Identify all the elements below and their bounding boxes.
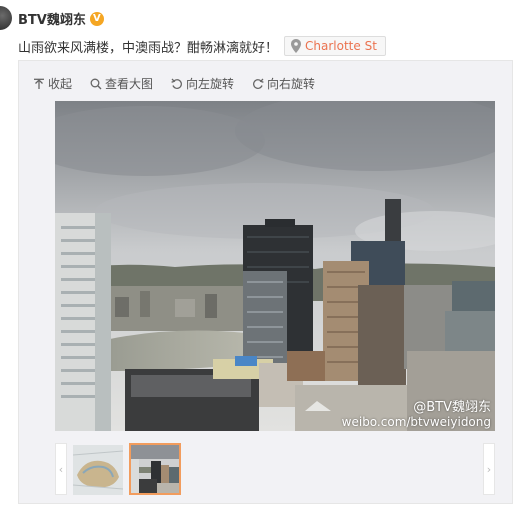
rotate-right-button[interactable]: 向右旋转 — [252, 75, 315, 92]
location-label: Charlotte St — [305, 39, 377, 53]
chevron-right-icon: › — [486, 462, 492, 476]
collapse-label: 收起 — [48, 77, 73, 91]
author-row: BTV魏翊东 V — [18, 9, 104, 28]
avatar[interactable] — [0, 6, 12, 30]
rotate-left-label: 向左旋转 — [186, 77, 235, 91]
media-card: 收起 查看大图 向左旋转 向右旋转 @BTV魏翊东 weibo.com/btvw… — [18, 60, 513, 504]
search-icon — [90, 78, 102, 89]
thumbnail-next-button[interactable]: › — [483, 443, 495, 495]
post-text: 山雨欲来风满楼，中澳雨战？酣畅淋漓就好！ — [18, 40, 279, 56]
map-thumbnail-image — [73, 445, 123, 495]
main-photo[interactable]: @BTV魏翊东 weibo.com/btvweiyidong — [55, 101, 495, 431]
rotate-right-icon — [253, 78, 264, 89]
thumbnail-map[interactable] — [73, 445, 123, 495]
chevron-left-icon: ‹ — [58, 462, 64, 476]
thumbnail-prev-button[interactable]: ‹ — [55, 443, 67, 495]
collapse-icon — [34, 78, 44, 89]
view-large-button[interactable]: 查看大图 — [90, 75, 153, 92]
post-row: 山雨欲来风满楼，中澳雨战？酣畅淋漓就好！ Charlotte St — [18, 36, 386, 56]
image-toolbar: 收起 查看大图 向左旋转 向右旋转 — [33, 75, 315, 92]
city-thumbnail-image — [131, 445, 179, 493]
username-link[interactable]: BTV魏翊东 — [18, 9, 86, 28]
thumbnail-strip: ‹ › — [55, 443, 495, 497]
location-pin-icon — [291, 39, 302, 53]
rotate-right-label: 向右旋转 — [267, 77, 316, 91]
rotate-left-button[interactable]: 向左旋转 — [171, 75, 234, 92]
location-tag[interactable]: Charlotte St — [284, 36, 386, 56]
collapse-button[interactable]: 收起 — [33, 75, 72, 92]
rotate-left-icon — [171, 78, 183, 89]
verified-badge-icon: V — [89, 11, 104, 26]
city-skyline-photo — [55, 101, 495, 431]
watermark-url: weibo.com/btvweiyidong — [341, 415, 491, 429]
watermark-handle: @BTV魏翊东 — [413, 400, 491, 415]
photo-watermark: @BTV魏翊东 weibo.com/btvweiyidong — [341, 400, 491, 430]
view-large-label: 查看大图 — [105, 77, 154, 91]
thumbnail-city-selected[interactable] — [129, 443, 181, 495]
